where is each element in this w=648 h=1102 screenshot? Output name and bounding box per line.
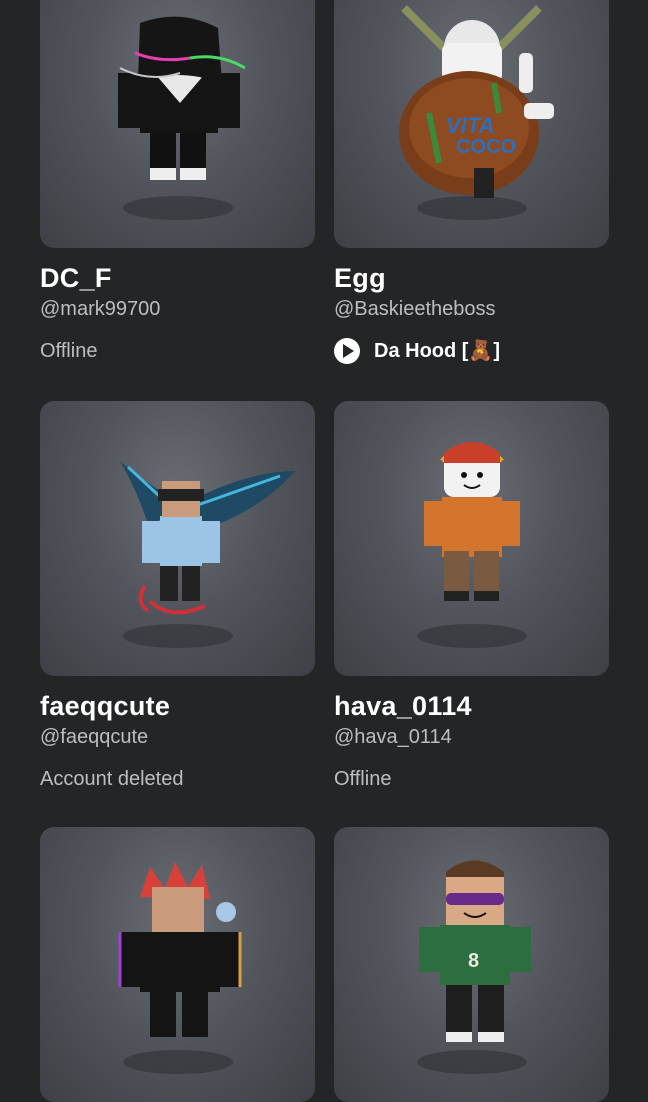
svg-text:VITA: VITA [446, 113, 494, 138]
display-name: faeqqcute [40, 691, 171, 721]
svg-text:COCO: COCO [456, 136, 516, 158]
svg-text:8: 8 [468, 950, 479, 972]
friend-card-faeqqcute[interactable]: faeqqcute @faeqqcute Account deleted [40, 401, 315, 792]
username: @faeqqcute [40, 726, 149, 748]
display-name: DC_F [40, 263, 112, 293]
presence-status-game[interactable]: Da Hood [🧸] [334, 338, 609, 364]
avatar-thumbnail[interactable] [40, 827, 315, 1102]
presence-status: Offline [40, 340, 98, 362]
avatar-thumbnail[interactable] [40, 401, 315, 676]
friend-card-hava-0114[interactable]: hava_0114 @hava_0114 Offline [334, 401, 609, 792]
presence-status: Offline [334, 768, 392, 790]
friend-card-egg[interactable]: VITA COCO Egg @Baskieetheboss Da Hood [🧸… [334, 0, 609, 364]
display-name: Egg [334, 263, 386, 293]
display-name: hava_0114 [334, 691, 472, 721]
play-icon [334, 338, 360, 364]
avatar-orange-jacket-icon [417, 442, 527, 648]
avatar-green-shirt-icon: 8 [417, 860, 531, 1074]
avatar-thumbnail[interactable] [40, 0, 315, 248]
presence-status: Account deleted [40, 768, 184, 790]
friend-card-5[interactable] [40, 827, 315, 1102]
avatar-coconut-icon: VITA COCO [399, 5, 554, 220]
avatar-black-hair-icon [118, 16, 246, 220]
username: @hava_0114 [334, 726, 452, 748]
username: @mark99700 [40, 298, 161, 320]
avatar-winged-icon [120, 461, 295, 648]
avatar-thumbnail[interactable] [334, 401, 609, 676]
avatar-red-hair-icon [118, 862, 242, 1074]
username: @Baskieetheboss [334, 298, 496, 320]
avatar-thumbnail[interactable]: VITA COCO [334, 0, 609, 248]
avatar-thumbnail[interactable]: 8 [334, 827, 609, 1102]
game-name: Da Hood [🧸] [374, 340, 500, 362]
friend-card-dc-f[interactable]: DC_F @mark99700 Offline [40, 0, 315, 364]
friend-card-6[interactable]: 8 [334, 827, 609, 1102]
